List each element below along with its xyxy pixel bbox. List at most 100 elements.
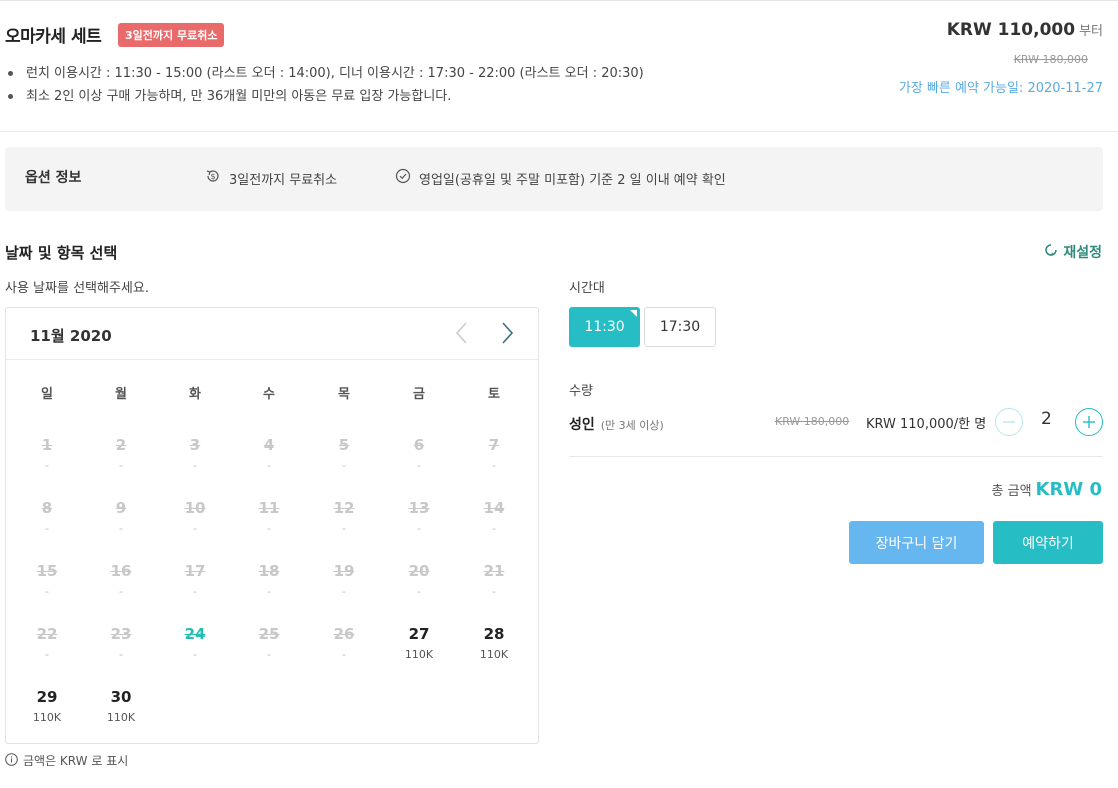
- day-price: -: [492, 522, 496, 535]
- day-price: -: [45, 522, 49, 535]
- calendar-day-26: 26 -: [319, 625, 369, 661]
- date-hint: 사용 날짜를 선택해주세요.: [5, 281, 149, 296]
- calendar-day-30[interactable]: 30 110K: [96, 688, 146, 724]
- book-button[interactable]: 예약하기: [993, 521, 1103, 564]
- adult-type: 성인 (만 3세 이상): [569, 414, 664, 434]
- day-number: 8: [41, 499, 53, 517]
- price-block: KRW 110,000 부터: [947, 20, 1103, 40]
- next-month-button[interactable]: [498, 320, 516, 350]
- timeslot-1130[interactable]: 11:30: [569, 307, 640, 347]
- total-amount: KRW 0: [1035, 479, 1102, 500]
- option-confirm: 영업일(공휴일 및 주말 미포함) 기준 2 일 이내 예약 확인: [395, 168, 726, 188]
- refresh-icon: [1043, 242, 1059, 262]
- calendar-day-27[interactable]: 27 110K: [394, 625, 444, 661]
- earliest-available-date: 가장 빠른 예약 가능일: 2020-11-27: [898, 81, 1103, 96]
- weekday-header: 월: [115, 387, 127, 402]
- day-price: -: [342, 585, 346, 598]
- calendar-day-1: 1-: [22, 436, 72, 472]
- day-number: 9: [115, 499, 127, 517]
- adult-label: 성인: [569, 417, 595, 433]
- price-suffix: 부터: [1079, 24, 1103, 39]
- option-free-cancel-label: 3일전까지 무료취소: [229, 172, 338, 188]
- day-number: 21: [483, 562, 505, 580]
- day-number: 3: [189, 436, 201, 454]
- day-number: 15: [36, 562, 58, 580]
- day-number: 16: [110, 562, 132, 580]
- calendar-day-20: 20 -: [394, 562, 444, 598]
- weekday-header: 화: [189, 387, 201, 402]
- total-label: 총 금액: [991, 484, 1032, 499]
- calendar-day-14: 14 -: [469, 499, 519, 535]
- calendar-day-29[interactable]: 29 110K: [22, 688, 72, 724]
- add-to-cart-button[interactable]: 장바구니 담기: [849, 521, 984, 564]
- day-price: -: [119, 585, 123, 598]
- option-free-cancel: $ 3일전까지 무료취소: [205, 168, 337, 188]
- weekday-header: 수: [263, 387, 275, 402]
- option-confirm-label: 영업일(공휴일 및 주말 미포함) 기준 2 일 이내 예약 확인: [419, 172, 726, 188]
- day-number: 20: [408, 562, 430, 580]
- day-price: -: [193, 585, 197, 598]
- calendar-day-24: 24 -: [170, 625, 220, 661]
- day-price: -: [267, 522, 271, 535]
- calendar-day-7: 7-: [469, 436, 519, 472]
- date-select-title: 날짜 및 항목 선택: [5, 244, 118, 262]
- day-price: -: [193, 522, 197, 535]
- starting-price: KRW 110,000: [946, 20, 1076, 40]
- day-price: 110K: [404, 648, 434, 661]
- calendar-day-8: 8-: [22, 499, 72, 535]
- total-price: 총 금액 KRW 0: [992, 479, 1102, 500]
- timeslot-label: 시간대: [569, 281, 605, 296]
- day-number: 30: [110, 688, 132, 706]
- calendar-month: 11월 2020: [30, 327, 112, 345]
- divider: [569, 456, 1103, 457]
- day-price: -: [45, 648, 49, 661]
- increase-quantity-button[interactable]: [1075, 408, 1103, 436]
- minus-icon: [1003, 421, 1015, 423]
- day-number: 19: [333, 562, 355, 580]
- currency-note: 금액은 KRW 로 표시: [5, 752, 128, 769]
- weekday-header: 토: [488, 387, 500, 402]
- day-number: 13: [408, 499, 430, 517]
- day-number: 10: [184, 499, 206, 517]
- day-number: 28: [483, 625, 505, 643]
- unit-price: KRW 110,000/한 명: [866, 417, 987, 432]
- day-number: 5: [338, 436, 350, 454]
- day-number: 6: [413, 436, 425, 454]
- info-bullet-policy: 최소 2인 이상 구매 가능하며, 만 36개월 미만의 아동은 무료 입장 가…: [8, 85, 644, 108]
- day-price: 110K: [32, 711, 62, 724]
- weekday-header: 금: [413, 387, 425, 402]
- day-price: 110K: [479, 648, 509, 661]
- day-number: 23: [110, 625, 132, 643]
- quantity-value: 2: [1041, 409, 1052, 429]
- chevron-left-icon: [455, 322, 467, 344]
- plus-icon: [1083, 416, 1095, 428]
- chevron-right-icon: [502, 322, 514, 344]
- day-price: -: [45, 459, 49, 472]
- day-price: -: [492, 459, 496, 472]
- reset-button[interactable]: 재설정: [1043, 242, 1102, 262]
- day-number: 14: [483, 499, 505, 517]
- timeslot-1730[interactable]: 17:30: [644, 307, 716, 347]
- calendar-day-12: 12 -: [319, 499, 369, 535]
- reset-label: 재설정: [1063, 245, 1102, 261]
- calendar-day-17: 17 -: [170, 562, 220, 598]
- free-cancel-badge: 3일전까지 무료취소: [118, 23, 225, 47]
- day-price: -: [342, 459, 346, 472]
- day-price: 110K: [106, 711, 136, 724]
- day-price: -: [193, 648, 197, 661]
- day-number: 26: [333, 625, 355, 643]
- calendar-day-13: 13 -: [394, 499, 444, 535]
- day-number: 12: [333, 499, 355, 517]
- calendar-day-28[interactable]: 28 110K: [469, 625, 519, 661]
- day-price: -: [193, 459, 197, 472]
- day-price: -: [417, 522, 421, 535]
- prev-month-button[interactable]: [453, 320, 471, 350]
- day-number: 24: [184, 625, 206, 643]
- day-price: -: [492, 585, 496, 598]
- day-price: -: [417, 459, 421, 472]
- day-price: -: [417, 585, 421, 598]
- calendar-day-21: 21 -: [469, 562, 519, 598]
- calendar-day-23: 23 -: [96, 625, 146, 661]
- calendar-day-2: 2-: [96, 436, 146, 472]
- decrease-quantity-button[interactable]: [995, 408, 1023, 436]
